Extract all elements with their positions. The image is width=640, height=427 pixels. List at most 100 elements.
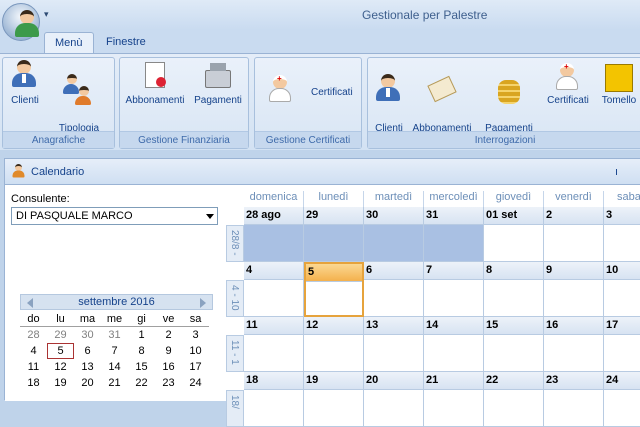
abbonamenti-button[interactable]: Abbonamenti [122, 60, 188, 108]
cash-register-icon [202, 60, 234, 92]
day-body[interactable] [364, 335, 423, 371]
interrogazioni-certificati-button[interactable]: + Certificati [542, 60, 594, 108]
quick-access-dropdown-icon[interactable]: ▾ [44, 9, 49, 20]
day-body[interactable] [544, 390, 603, 426]
day-body[interactable] [304, 390, 363, 426]
day-cell[interactable]: 3 [604, 207, 640, 262]
day-body[interactable] [604, 335, 640, 371]
mini-day[interactable]: 29 [47, 327, 74, 343]
day-cell[interactable]: 9 [544, 262, 604, 317]
day-body[interactable] [484, 225, 543, 261]
week-label[interactable]: 28/8 - [226, 225, 244, 262]
day-cell[interactable]: 4 [244, 262, 304, 317]
window-minimize-button[interactable]: ı [615, 166, 618, 178]
tab-menu[interactable]: Menù [44, 32, 94, 53]
mini-day[interactable]: 4 [20, 343, 47, 359]
day-body[interactable] [484, 280, 543, 316]
mini-day[interactable]: 22 [128, 375, 155, 391]
day-body[interactable] [604, 225, 640, 261]
day-body[interactable] [244, 225, 303, 261]
day-cell[interactable]: 30 [364, 207, 424, 262]
day-body[interactable] [544, 280, 603, 316]
day-cell[interactable]: 01 set [484, 207, 544, 262]
mini-day[interactable]: 30 [74, 327, 101, 343]
tomello-button[interactable]: Tomello [596, 60, 640, 108]
clienti-button[interactable]: Clienti [7, 60, 43, 108]
certificati-button[interactable]: + Certificati [259, 72, 359, 112]
mini-day[interactable]: 9 [155, 343, 182, 359]
day-body[interactable] [304, 335, 363, 371]
next-month-icon[interactable] [200, 298, 206, 308]
day-body[interactable] [306, 282, 362, 315]
day-cell[interactable]: 31 [424, 207, 484, 262]
day-body[interactable] [244, 280, 303, 316]
mini-day[interactable]: 8 [128, 343, 155, 359]
nurse-icon: + [265, 72, 297, 104]
day-number: 01 set [484, 207, 543, 225]
week-label[interactable]: 4 - 10 [226, 280, 244, 317]
day-cell[interactable]: 12 [304, 317, 364, 372]
mini-day[interactable]: 16 [155, 359, 182, 375]
day-body[interactable] [244, 335, 303, 371]
day-cell[interactable]: 10 [604, 262, 640, 317]
day-cell[interactable]: 17 [604, 317, 640, 372]
day-cell[interactable]: 16 [544, 317, 604, 372]
chevron-down-icon[interactable] [206, 214, 214, 219]
day-body[interactable] [424, 280, 483, 316]
dow-header-2: martedì [364, 191, 424, 207]
day-cell[interactable]: 15 [484, 317, 544, 372]
mini-day-today[interactable]: 5 [47, 343, 74, 359]
day-cell[interactable]: 7 [424, 262, 484, 317]
day-cell[interactable]: 6 [364, 262, 424, 317]
mini-day[interactable]: 2 [155, 327, 182, 343]
mini-day[interactable]: 10 [182, 343, 209, 359]
mini-day[interactable]: 6 [74, 343, 101, 359]
day-cell[interactable]: 14 [424, 317, 484, 372]
day-cell[interactable]: 29 [304, 207, 364, 262]
day-cell[interactable]: 11 [244, 317, 304, 372]
mini-day[interactable]: 24 [182, 375, 209, 391]
tab-finestre[interactable]: Finestre [96, 32, 156, 53]
mini-day[interactable]: 21 [101, 375, 128, 391]
mini-day[interactable]: 3 [182, 327, 209, 343]
day-cell[interactable]: 2 [544, 207, 604, 262]
day-body[interactable] [544, 225, 603, 261]
week-label[interactable]: 11 - 1 [226, 335, 244, 372]
day-body[interactable] [484, 390, 543, 426]
mini-day[interactable]: 15 [128, 359, 155, 375]
day-body[interactable] [604, 280, 640, 316]
day-body[interactable] [424, 335, 483, 371]
day-body[interactable] [604, 390, 640, 426]
scroll-icon [426, 74, 458, 106]
mini-day[interactable]: 12 [47, 359, 74, 375]
day-cell[interactable]: 8 [484, 262, 544, 317]
mini-day[interactable]: 19 [47, 375, 74, 391]
mini-day[interactable]: 1 [128, 327, 155, 343]
mini-day[interactable]: 18 [20, 375, 47, 391]
mini-day[interactable]: 13 [74, 359, 101, 375]
consultant-select[interactable]: DI PASQUALE MARCO [11, 207, 218, 225]
day-body[interactable] [424, 225, 483, 261]
application-menu-button[interactable] [2, 3, 40, 41]
mini-day[interactable]: 7 [101, 343, 128, 359]
mini-day[interactable]: 14 [101, 359, 128, 375]
mini-day[interactable]: 17 [182, 359, 209, 375]
day-body[interactable] [364, 225, 423, 261]
day-cell[interactable]: 13 [364, 317, 424, 372]
pagamenti-button[interactable]: Pagamenti [190, 60, 246, 108]
day-cell-today[interactable]: 5 [304, 262, 364, 317]
day-body[interactable] [484, 335, 543, 371]
day-body[interactable] [544, 335, 603, 371]
day-body[interactable] [244, 390, 303, 426]
week-label[interactable]: 18/ [226, 390, 244, 427]
mini-day[interactable]: 23 [155, 375, 182, 391]
day-body[interactable] [364, 390, 423, 426]
mini-day[interactable]: 28 [20, 327, 47, 343]
day-body[interactable] [364, 280, 423, 316]
day-body[interactable] [304, 225, 363, 261]
mini-day[interactable]: 31 [101, 327, 128, 343]
day-cell[interactable]: 28 ago [244, 207, 304, 262]
day-body[interactable] [424, 390, 483, 426]
mini-day[interactable]: 20 [74, 375, 101, 391]
mini-day[interactable]: 11 [20, 359, 47, 375]
